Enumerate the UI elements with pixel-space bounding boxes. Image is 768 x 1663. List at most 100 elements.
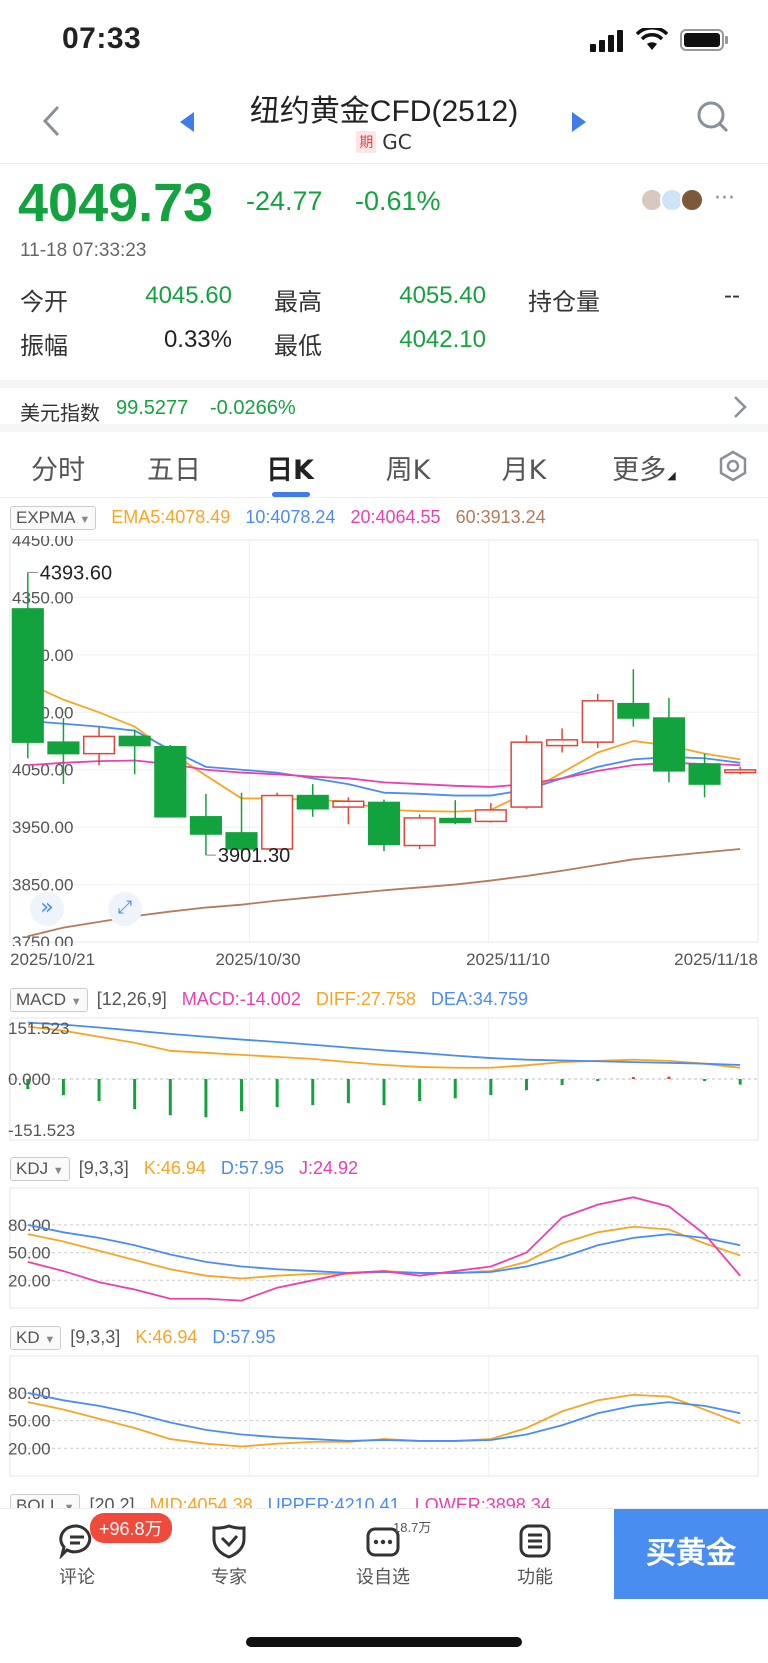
kdj-indicator-name: KDJ	[16, 1159, 49, 1178]
y-tick-label: 151.523	[8, 1019, 69, 1038]
kd-d-value: D:57.95	[212, 1327, 276, 1347]
chart-tabs: 分时 五日 日K 周K 月K 更多◢	[0, 432, 768, 498]
page-title: 纽约黄金CFD(2512)	[249, 95, 519, 128]
comment-label: 评论	[59, 1567, 95, 1588]
dea-line	[27, 1021, 741, 1066]
fullscreen-icon[interactable]: ⤢	[108, 892, 142, 926]
bottom-action-bar: 评论 +96.8万 专家 设自选 18.7万 功能 买黄金	[0, 1508, 768, 1599]
tab-daily-k[interactable]: 日K	[252, 448, 328, 487]
last-price: 4049.73	[18, 173, 214, 233]
candle-body	[688, 763, 721, 785]
usd-index-change: -0.0266%	[210, 397, 296, 419]
candle-body	[581, 700, 614, 743]
main-indicator-selector[interactable]: EXPMA ▼	[10, 506, 97, 530]
ema5-legend: EMA5:4078.49	[111, 507, 231, 527]
low-price-label: 3901.30	[218, 845, 290, 867]
y-tick-label: 4450.00	[12, 536, 73, 550]
kdj-params: [9,3,3]	[78, 1158, 129, 1178]
boll-selector[interactable]: BOLL ▼	[10, 1494, 81, 1508]
main-indicator-name: EXPMA	[16, 508, 75, 527]
more-icon[interactable]: ···	[714, 186, 735, 211]
candle-body	[118, 735, 151, 747]
amplitude-value: 0.33%	[163, 326, 232, 353]
line-d	[27, 1224, 741, 1274]
price-change: -24.77	[246, 186, 323, 216]
y-tick-label: 20.00	[8, 1271, 51, 1290]
usd-index-value: 99.5277	[116, 397, 189, 419]
features-button[interactable]: 功能	[490, 1523, 580, 1589]
y-tick-label: 4350.00	[12, 588, 73, 607]
candle-body	[724, 769, 757, 774]
candle-body	[154, 745, 187, 818]
kd-selector[interactable]: KD ▼	[10, 1326, 62, 1350]
macd-selector[interactable]: MACD ▼	[10, 988, 88, 1012]
dropdown-icon: ▼	[70, 996, 82, 1008]
open-value: 4045.60	[145, 282, 232, 309]
futures-badge: 期	[356, 131, 377, 153]
candlestick-chart-svg: 4450.004350.004250.004150.004050.003950.…	[9, 531, 759, 952]
ema-line-ema60	[27, 848, 741, 938]
macd-value: MACD:-14.002	[181, 989, 301, 1009]
tab-intraday[interactable]: 分时	[20, 448, 96, 487]
expert-button[interactable]: 专家	[184, 1523, 274, 1589]
dropdown-icon: ▼	[52, 1165, 64, 1177]
candle-body	[403, 817, 436, 847]
macd-chart[interactable]: 151.523 0.000 -151.523	[0, 1016, 768, 1144]
candle-body	[510, 741, 543, 808]
signal-icon	[590, 30, 626, 52]
high-price-label: 4393.60	[40, 562, 112, 584]
ema10-legend: 10:4078.24	[245, 507, 336, 527]
macd-indicator-name: MACD	[16, 990, 67, 1009]
candlestick-chart[interactable]: 4450.004350.004250.004150.004050.003950.…	[0, 531, 768, 952]
kdj-chart-svg: 80.0050.0020.00	[8, 1187, 759, 1309]
candle-body	[47, 741, 80, 755]
tab-weekly-k[interactable]: 周K	[370, 448, 446, 487]
kd-k-value: K:46.94	[135, 1327, 198, 1347]
status-bar: 07:33	[0, 0, 768, 86]
avatar	[680, 188, 704, 212]
home-indicator	[246, 1637, 522, 1647]
expand-icon[interactable]: »	[30, 892, 64, 926]
tab-more[interactable]: 更多◢	[608, 448, 680, 487]
open-interest-label: 持仓量	[528, 288, 600, 316]
comment-count-badge: +96.8万	[90, 1513, 172, 1543]
chart-frame	[9, 1187, 759, 1309]
search-icon[interactable]	[696, 100, 730, 136]
dropdown-icon: ▼	[44, 1334, 56, 1346]
contract-code: GC	[382, 130, 412, 154]
tab-five-day[interactable]: 五日	[136, 448, 212, 487]
y-tick-label: 3950.00	[12, 818, 73, 837]
add-watchlist-label: 设自选	[356, 1567, 410, 1588]
boll-indicator-name: BOLL	[16, 1496, 59, 1508]
features-icon	[517, 1523, 553, 1559]
high-label: 最高	[274, 288, 322, 316]
candle-body	[439, 817, 472, 824]
usd-index-bar[interactable]: 美元指数 99.5277 -0.0266%	[0, 380, 768, 432]
followers-avatars[interactable]	[640, 188, 710, 212]
candle-body	[474, 809, 507, 823]
chart-frame	[9, 1355, 759, 1477]
expert-icon	[211, 1523, 247, 1559]
tab-monthly-k[interactable]: 月K	[486, 448, 562, 487]
wifi-icon	[635, 26, 669, 52]
chart-settings-icon[interactable]	[718, 450, 748, 482]
candle-body	[11, 608, 44, 743]
kdj-legend: KDJ ▼ [9,3,3] K:46.94 D:57.95 J:24.92	[10, 1157, 358, 1181]
candle-body	[261, 794, 294, 850]
boll-upper: UPPER:4210.41	[267, 1495, 400, 1508]
kdj-chart[interactable]: 80.00 50.00 20.00	[0, 1186, 768, 1310]
expert-label: 专家	[211, 1567, 247, 1588]
candle-body	[617, 702, 650, 719]
chevron-right-icon	[733, 395, 747, 419]
x-axis-date-label: 2025/10/21	[10, 950, 96, 969]
kdj-k-value: K:46.94	[143, 1158, 206, 1178]
kdj-j-value: J:24.92	[298, 1158, 359, 1178]
line-d	[27, 1392, 741, 1442]
x-axis-date-label: 2025/10/30	[215, 950, 301, 969]
kdj-selector[interactable]: KDJ ▼	[10, 1157, 70, 1181]
kd-chart[interactable]: 80.00 50.00 20.00	[0, 1354, 768, 1478]
buy-gold-button[interactable]: 买黄金	[614, 1509, 768, 1599]
open-interest-value: --	[724, 282, 740, 309]
boll-params: [20,2]	[89, 1495, 135, 1508]
next-contract-icon[interactable]	[570, 112, 586, 132]
